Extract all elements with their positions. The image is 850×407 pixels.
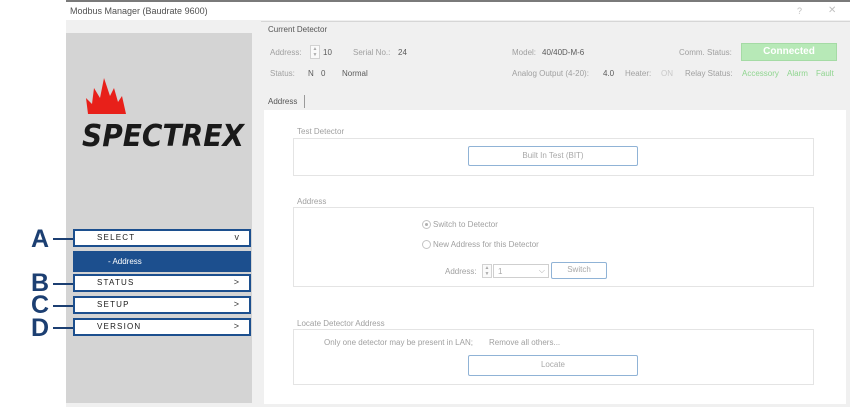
analog-output-label: Analog Output (4-20): [512, 69, 589, 78]
status-text: Normal [342, 69, 368, 78]
new-address-radio[interactable] [422, 240, 431, 249]
serial-value: 24 [398, 48, 407, 57]
locate-note-remove: Remove all others... [489, 338, 561, 347]
model-value: 40/40D-M-6 [542, 48, 585, 57]
nav-setup[interactable]: SETUP > [73, 296, 251, 314]
locate-button[interactable]: Locate [468, 355, 638, 376]
switch-to-detector-radio[interactable] [422, 220, 431, 229]
new-address-label: New Address for this Detector [433, 240, 539, 249]
chevron-down-icon: ⌵ [538, 266, 545, 275]
relay-alarm: Alarm [787, 69, 808, 78]
address-label: Address: [270, 48, 302, 57]
relay-accessory: Accessory [742, 69, 779, 78]
spectrex-logo: SPECTREX [82, 78, 246, 154]
nav-status-label: STATUS [97, 278, 135, 287]
status-n: N [308, 69, 314, 78]
nav-version-label: VERSION [97, 322, 142, 331]
relay-status-label: Relay Status: [685, 69, 733, 78]
status-label: Status: [270, 69, 295, 78]
callout-c-line [53, 305, 73, 307]
new-address-select-value: 1 [498, 267, 503, 276]
comm-status-badge: Connected [741, 43, 837, 61]
switch-to-detector-label: Switch to Detector [433, 220, 498, 229]
nav-setup-label: SETUP [97, 300, 130, 309]
model-label: Model: [512, 48, 537, 57]
nav-version[interactable]: VERSION > [73, 318, 251, 336]
new-address-field-label: Address: [445, 267, 477, 276]
chevron-down-icon: v [234, 232, 240, 242]
chevron-right-icon: > [233, 299, 239, 309]
tab-divider [304, 95, 305, 108]
switch-button[interactable]: Switch [551, 262, 607, 279]
locate-note: Only one detector may be present in LAN; [324, 338, 473, 347]
new-address-spinner[interactable]: ▲ ▼ [482, 264, 492, 278]
window-title: Modbus Manager (Baudrate 9600) [70, 6, 208, 16]
callout-a-line [53, 238, 73, 240]
address-spinner[interactable]: ▲ ▼ [310, 45, 320, 59]
callout-d: D [31, 314, 50, 342]
chevron-right-icon: > [233, 321, 239, 331]
callout-b-line [53, 283, 73, 285]
current-detector-header: Current Detector [268, 25, 328, 34]
chevron-right-icon: > [233, 277, 239, 287]
test-detector-title: Test Detector [297, 127, 345, 136]
nav-sub-item-address[interactable]: - Address [73, 251, 251, 272]
relay-fault: Fault [816, 69, 834, 78]
callout-d-line [53, 327, 73, 329]
built-in-test-button[interactable]: Built In Test (BIT) [468, 146, 638, 166]
serial-label: Serial No.: [353, 48, 391, 57]
callout-b: B [31, 269, 50, 297]
title-bar: Modbus Manager (Baudrate 9600) ? ✕ [66, 2, 850, 20]
callout-c: C [31, 291, 50, 319]
address-value: 10 [323, 48, 332, 57]
nav-select-label: SELECT [97, 233, 136, 242]
comm-status-label: Comm. Status: [679, 48, 732, 57]
nav-status[interactable]: STATUS > [73, 274, 251, 292]
logo-text: SPECTREX [82, 119, 246, 154]
address-group-title: Address [297, 197, 327, 206]
callout-a: A [31, 225, 50, 253]
status-code: 0 [321, 69, 326, 78]
analog-output-value: 4.0 [603, 69, 615, 78]
close-icon[interactable]: ✕ [828, 5, 836, 16]
nav-select[interactable]: SELECT v [73, 229, 251, 247]
heater-label: Heater: [625, 69, 652, 78]
new-address-select[interactable]: 1 ⌵ [493, 264, 549, 278]
heater-value: ON [661, 69, 673, 78]
locate-group-title: Locate Detector Address [297, 319, 385, 328]
help-icon[interactable]: ? [797, 6, 802, 16]
nav-sub-item-label: - Address [108, 257, 142, 266]
tab-address[interactable]: Address [268, 97, 297, 106]
